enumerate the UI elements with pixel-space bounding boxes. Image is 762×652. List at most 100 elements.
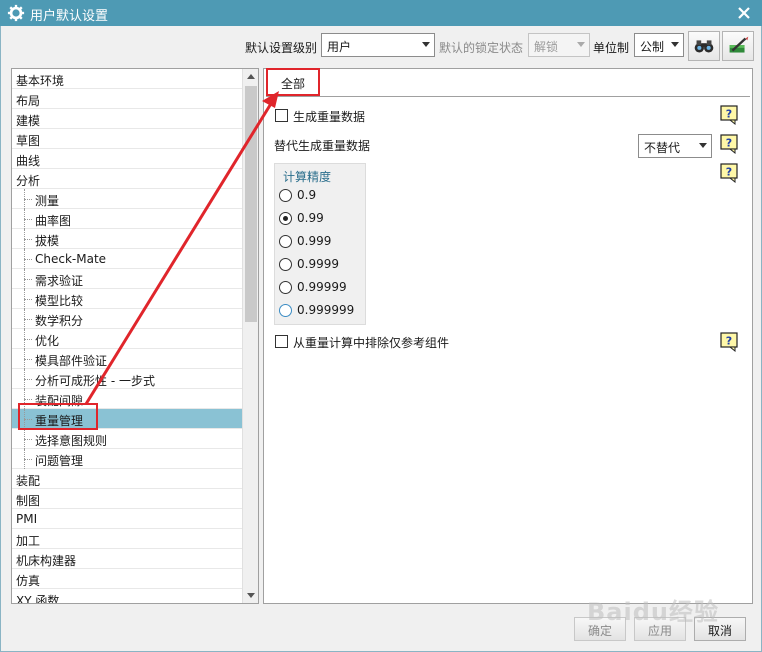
help-icon[interactable]: ? bbox=[720, 332, 738, 352]
title-bar: 用户默认设置 bbox=[0, 0, 762, 26]
tree-guide-stub bbox=[24, 259, 32, 260]
lock-value: 解锁 bbox=[534, 40, 559, 54]
watermark-logo: Baidu经验 bbox=[587, 598, 719, 626]
tree-guide-stub bbox=[24, 279, 32, 280]
gear-icon bbox=[7, 4, 25, 22]
tree-item[interactable]: 曲线 bbox=[12, 149, 242, 169]
tree-item[interactable]: 布局 bbox=[12, 89, 242, 109]
tree-item-label: 分析可成形性 - 一步式 bbox=[35, 374, 155, 388]
unit-select[interactable]: 公制 bbox=[634, 33, 684, 57]
tree-scrollbar[interactable] bbox=[242, 69, 258, 603]
tree-item-label: 模具部件验证 bbox=[35, 354, 108, 368]
tree-item[interactable]: 加工 bbox=[12, 529, 242, 549]
tree-item[interactable]: 模具部件验证 bbox=[12, 349, 242, 369]
edit-settings-icon bbox=[729, 36, 749, 53]
tree-guide-stub bbox=[24, 219, 32, 220]
category-tree[interactable]: 基本环境 布局建模草图 曲线分析 测量 曲率图拔模 Check-Mate 需求验证模型比较数… bbox=[11, 68, 259, 604]
help-icon[interactable]: ? bbox=[720, 163, 738, 183]
tree-item[interactable]: Check-Mate bbox=[12, 249, 242, 269]
unit-value: 公制 bbox=[640, 40, 665, 54]
tree-guide-stub bbox=[24, 339, 32, 340]
svg-text:?: ? bbox=[726, 166, 732, 179]
tree-item-label: 分析 bbox=[16, 174, 41, 188]
precision-radio[interactable] bbox=[279, 258, 292, 271]
settings-panel: 全部 生成重量数据 ? 替代生成重量数据 不替代 ? 计算精度 0.9 0.99 0… bbox=[263, 68, 753, 604]
window-title: 用户默认设置 bbox=[30, 9, 109, 24]
exclude-reference-checkbox[interactable] bbox=[275, 335, 288, 348]
precision-radio[interactable] bbox=[279, 304, 292, 317]
tree-item[interactable]: 制图 bbox=[12, 489, 242, 509]
scroll-up-icon[interactable] bbox=[247, 74, 255, 79]
chevron-down-icon bbox=[671, 42, 679, 47]
tree-item[interactable]: 需求验证 bbox=[12, 269, 242, 289]
tree-item-label: 草图 bbox=[16, 134, 41, 148]
precision-radio[interactable] bbox=[279, 235, 292, 248]
close-icon[interactable] bbox=[734, 3, 754, 23]
tree-item-label: 优化 bbox=[35, 334, 60, 348]
tree-item[interactable]: 模型比较 bbox=[12, 289, 242, 309]
svg-text:?: ? bbox=[726, 335, 732, 348]
precision-radio[interactable] bbox=[279, 212, 292, 225]
precision-radio[interactable] bbox=[279, 189, 292, 202]
precision-option-label: 0.9999 bbox=[297, 257, 339, 271]
tree-item-label: 选择意图规则 bbox=[35, 434, 108, 448]
level-value: 用户 bbox=[327, 40, 352, 54]
tree-item-label: 机床构建器 bbox=[16, 554, 77, 568]
unit-label: 单位制 bbox=[593, 41, 630, 55]
tree-item-label: XY 函数 bbox=[16, 594, 60, 604]
tree-item-label: 模型比较 bbox=[35, 294, 84, 308]
tree-item[interactable]: 测量 bbox=[12, 189, 242, 209]
manage-defaults-button[interactable] bbox=[722, 31, 754, 61]
tree-guide-stub bbox=[24, 359, 32, 360]
generate-weight-label: 生成重量数据 bbox=[293, 110, 366, 124]
generate-weight-checkbox[interactable] bbox=[275, 109, 288, 122]
tree-item-label: Check-Mate bbox=[35, 252, 107, 266]
tree-item[interactable]: PMI bbox=[12, 509, 242, 529]
replace-weight-select[interactable]: 不替代 bbox=[638, 134, 712, 158]
panel-content: 生成重量数据 ? 替代生成重量数据 不替代 ? 计算精度 0.9 0.99 0.99… bbox=[266, 96, 750, 602]
tree-item-label: 装配 bbox=[16, 474, 41, 488]
tree-item[interactable]: XY 函数 bbox=[12, 589, 242, 604]
tree-item[interactable]: 仿真 bbox=[12, 569, 242, 589]
lock-label: 默认的锁定状态 bbox=[439, 41, 524, 55]
tree-item[interactable]: 草图 bbox=[12, 129, 242, 149]
tree-item-label: PMI bbox=[16, 512, 38, 526]
precision-group-title: 计算精度 bbox=[283, 170, 332, 184]
level-select[interactable]: 用户 bbox=[321, 33, 435, 57]
precision-radio[interactable] bbox=[279, 281, 292, 294]
annotation-highlight-tab bbox=[266, 68, 320, 96]
tree-guide-stub bbox=[24, 319, 32, 320]
precision-option-label: 0.999 bbox=[297, 234, 332, 248]
find-default-button[interactable] bbox=[688, 31, 720, 61]
help-icon[interactable]: ? bbox=[720, 105, 738, 125]
tree-item[interactable]: 建模 bbox=[12, 109, 242, 129]
tree-guide-stub bbox=[24, 459, 32, 460]
tree-item[interactable]: 数学积分 bbox=[12, 309, 242, 329]
svg-text:?: ? bbox=[726, 108, 732, 121]
tree-item[interactable]: 拔模 bbox=[12, 229, 242, 249]
tree-item[interactable]: 问题管理 bbox=[12, 449, 242, 469]
precision-option-label: 0.9 bbox=[297, 188, 317, 202]
tree-item-label: 需求验证 bbox=[35, 274, 84, 288]
settings-toolbar: 默认设置级别 用户 默认的锁定状态 解锁 单位制 公制 bbox=[1, 31, 762, 61]
tree-item[interactable]: 优化 bbox=[12, 329, 242, 349]
tree-item-label: 拔模 bbox=[35, 234, 60, 248]
tree-item[interactable]: 曲率图 bbox=[12, 209, 242, 229]
tree-item[interactable]: 基本环境 bbox=[12, 69, 242, 89]
lock-select: 解锁 bbox=[528, 33, 590, 57]
level-label: 默认设置级别 bbox=[245, 41, 318, 55]
tree-item-label: 数学积分 bbox=[35, 314, 84, 328]
tree-item[interactable]: 分析 bbox=[12, 169, 242, 189]
help-icon[interactable]: ? bbox=[720, 134, 738, 154]
tree-item[interactable]: 分析可成形性 - 一步式 bbox=[12, 369, 242, 389]
tree-item-label: 仿真 bbox=[16, 574, 41, 588]
scroll-down-icon[interactable] bbox=[247, 593, 255, 598]
tree-item[interactable]: 装配 bbox=[12, 469, 242, 489]
scroll-thumb[interactable] bbox=[245, 86, 257, 322]
tree-item-label: 建模 bbox=[16, 114, 41, 128]
tree-item[interactable]: 选择意图规则 bbox=[12, 429, 242, 449]
tree-guide-stub bbox=[24, 399, 32, 400]
tree-item[interactable]: 机床构建器 bbox=[12, 549, 242, 569]
tree-guide-stub bbox=[24, 439, 32, 440]
tree-item-label: 加工 bbox=[16, 534, 41, 548]
